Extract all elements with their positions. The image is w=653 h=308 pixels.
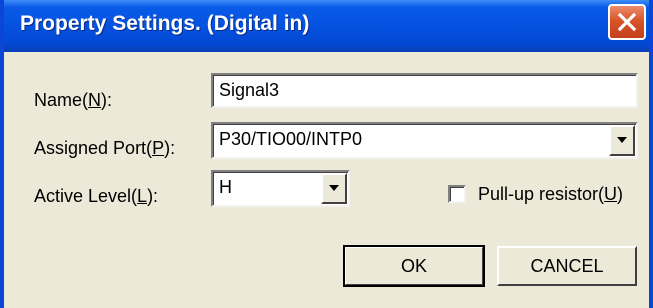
chevron-down-icon — [329, 185, 339, 191]
name-value: Signal3 — [219, 80, 280, 100]
active-level-label: Active Level(L): — [34, 186, 159, 206]
assigned-port-select[interactable]: P30/TIO00/INTP0 — [211, 122, 638, 159]
assigned-port-value: P30/TIO00/INTP0 — [219, 129, 363, 149]
assigned-port-dropdown-button[interactable] — [609, 125, 635, 156]
pullup-mnemonic: U — [604, 184, 618, 204]
close-x-icon — [617, 12, 637, 32]
name-field[interactable]: Signal3 — [211, 73, 638, 108]
active-level-dropdown-button[interactable] — [321, 173, 347, 204]
active-level-select[interactable]: H — [211, 170, 350, 207]
assigned-port-label: Assigned Port(P): — [34, 138, 176, 158]
close-button[interactable] — [608, 4, 646, 40]
active-level-value: H — [219, 177, 232, 197]
pullup-label[interactable]: Pull-up resistor(U) — [478, 184, 623, 205]
cancel-button-label: CANCEL — [530, 256, 604, 276]
name-label: Name(N): — [34, 90, 113, 110]
name-mnemonic: N — [88, 90, 102, 110]
ok-button-label: OK — [400, 256, 427, 276]
ok-button[interactable]: OK — [343, 245, 485, 287]
chevron-down-icon — [617, 137, 627, 143]
dialog-window: Property Settings. (Digital in) Name(N):… — [0, 0, 653, 308]
cancel-button[interactable]: CANCEL — [497, 246, 637, 286]
active-level-mnemonic: L — [137, 186, 148, 206]
window-title: Property Settings. (Digital in) — [20, 12, 310, 35]
title-bar[interactable]: Property Settings. (Digital in) — [4, 0, 649, 52]
pullup-checkbox[interactable] — [448, 185, 466, 203]
assigned-port-mnemonic: P — [152, 138, 165, 158]
